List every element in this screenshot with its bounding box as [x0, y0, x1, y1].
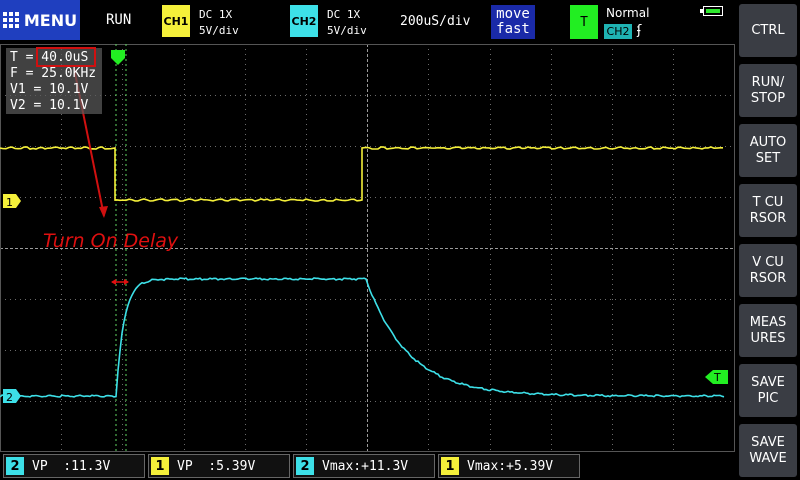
auto-set-button[interactable]: AUTO SET [739, 124, 797, 177]
ch1-scale: 5V/div [199, 24, 239, 37]
trigger-level-label: T [713, 371, 721, 384]
annotation-label: Turn On Delay [43, 230, 179, 252]
measures-button[interactable]: MEAS URES [739, 304, 797, 357]
menu-grid-icon [2, 12, 19, 28]
ctrl-button[interactable]: CTRL [739, 4, 797, 57]
measurement-value: VP :5.39V [177, 459, 256, 474]
ch2-settings[interactable]: DC 1X 5V/div [327, 7, 367, 39]
ch2-waveform [0, 277, 725, 398]
measurement-value: Vmax:+11.3V [322, 459, 409, 474]
t-cursor-button[interactable]: T CU RSOR [739, 184, 797, 237]
measurement-bar: 2 VP :11.3V 1 VP :5.39V 2 Vmax:+11.3V 1 … [0, 454, 735, 480]
measurement-item[interactable]: 2 VP :11.3V [3, 454, 145, 478]
ch2-level-marker[interactable]: 2 [3, 389, 21, 404]
trigger-mode[interactable]: Normal [606, 6, 649, 20]
ch1-badge[interactable]: CH1 [162, 5, 190, 37]
trigger-badge[interactable]: T [570, 5, 598, 39]
trigger-source[interactable]: CH2 [604, 24, 632, 39]
save-pic-button[interactable]: SAVE PIC [739, 364, 797, 417]
ch1-waveform [0, 146, 724, 202]
ch1-coupling: DC 1X [199, 8, 233, 21]
measurement-channel: 1 [441, 457, 459, 475]
v-cursor-button[interactable]: V CU RSOR [739, 244, 797, 297]
run-stop-button[interactable]: RUN/ STOP [739, 64, 797, 117]
annotation-highlight-box [36, 47, 96, 67]
trigger-level-marker[interactable]: T [705, 370, 728, 384]
ch2-scale: 5V/div [327, 24, 367, 37]
top-bar: MENU RUN CH1 DC 1X 5V/div CH2 DC 1X 5V/d… [0, 0, 735, 44]
measurement-channel: 2 [6, 457, 24, 475]
readout-f: F = 25.0KHz [10, 66, 97, 81]
readout-v1: V1 = 10.1V [10, 82, 89, 97]
timebase-setting[interactable]: 200uS/div [400, 14, 470, 29]
ch2-coupling: DC 1X [327, 8, 361, 21]
menu-button[interactable]: MENU [0, 0, 80, 40]
annotation-arrowhead [99, 206, 108, 218]
trigger-edge-icon: ʄ [637, 23, 642, 38]
move-label: move [496, 6, 530, 22]
measurement-channel: 1 [151, 457, 169, 475]
ch2-badge[interactable]: CH2 [290, 5, 318, 37]
ch1-marker-label: 1 [6, 196, 13, 209]
right-sidebar: CTRL RUN/ STOP AUTO SET T CU RSOR V CU R… [735, 0, 800, 480]
ch2-marker-label: 2 [6, 391, 13, 404]
fast-label: fast [496, 21, 530, 37]
run-status[interactable]: RUN [106, 12, 131, 28]
menu-label: MENU [23, 10, 78, 30]
ch1-settings[interactable]: DC 1X 5V/div [199, 7, 239, 39]
move-speed-button[interactable]: move fast [491, 5, 535, 39]
measurement-item[interactable]: 2 Vmax:+11.3V [293, 454, 435, 478]
measurement-item[interactable]: 1 VP :5.39V [148, 454, 290, 478]
measurement-item[interactable]: 1 Vmax:+5.39V [438, 454, 580, 478]
readout-v2: V2 = 10.1V [10, 98, 89, 113]
measurement-value: VP :11.3V [32, 459, 111, 474]
ch1-level-marker[interactable]: 1 [3, 194, 21, 209]
measurement-value: Vmax:+5.39V [467, 459, 554, 474]
save-wave-button[interactable]: SAVE WAVE [739, 424, 797, 477]
battery-icon [700, 6, 723, 16]
measurement-channel: 2 [296, 457, 314, 475]
trigger-position-marker[interactable] [111, 50, 125, 65]
